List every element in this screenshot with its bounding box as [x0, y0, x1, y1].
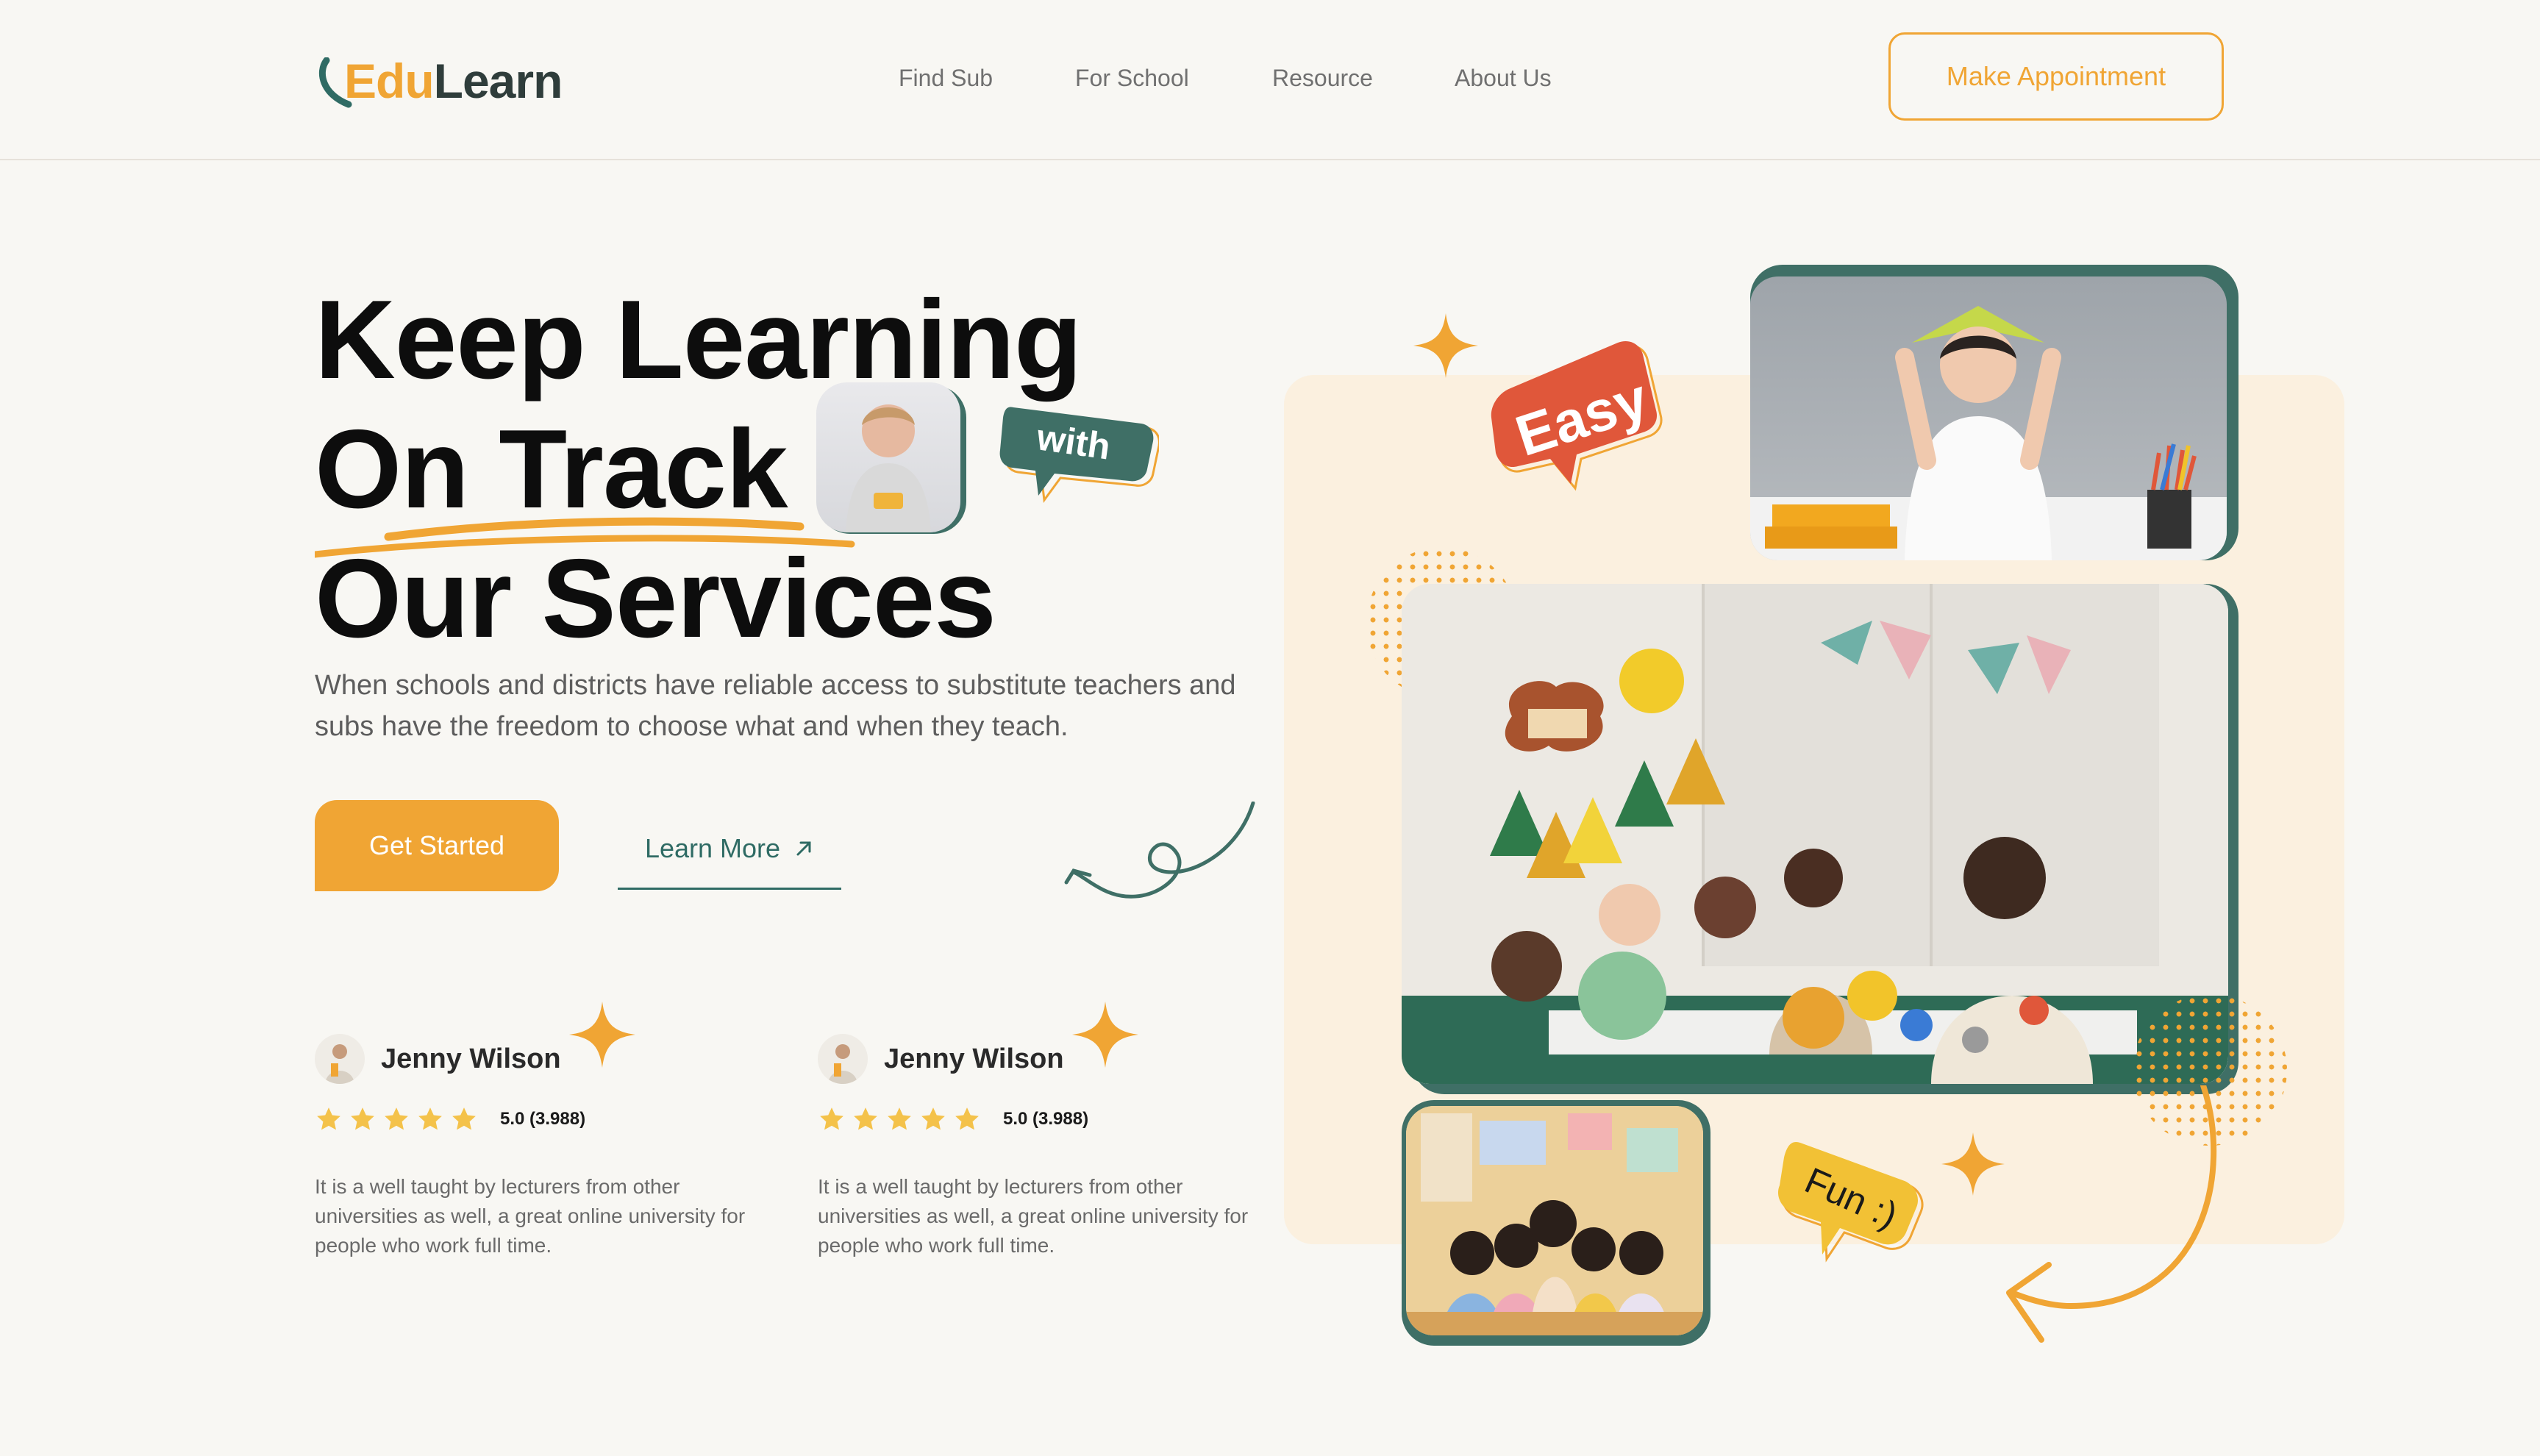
photo-girl-reading [1750, 276, 2227, 560]
star-icon [854, 1107, 877, 1130]
star-icon [385, 1107, 408, 1130]
photo-classroom [1402, 584, 2228, 1084]
review-card-2: Jenny Wilson 5.0 (3.988) It is a well ta… [818, 1029, 1288, 1260]
star-icon [351, 1107, 374, 1130]
star-icon [418, 1107, 442, 1130]
hero-title-line-3: Our Services [315, 536, 996, 661]
logo-swoosh-icon [318, 57, 352, 108]
star-rating: 5.0 (3.988) [315, 1105, 785, 1134]
nav-resource[interactable]: Resource [1272, 65, 1373, 92]
star-icon [888, 1107, 911, 1130]
nav-about-us[interactable]: About Us [1455, 65, 1552, 92]
star-icon [820, 1107, 843, 1130]
reviewer-avatar [818, 1034, 868, 1084]
title-underline-decoration [315, 517, 855, 558]
rating-value: 5.0 (3.988) [1003, 1109, 1089, 1129]
star-icon [921, 1107, 945, 1130]
rating-value: 5.0 (3.988) [500, 1109, 586, 1129]
sparkle-icon [1072, 1002, 1138, 1068]
curved-arrow-decoration [2006, 1085, 2217, 1343]
squiggle-arrow-decoration [1064, 802, 1255, 899]
review-text: It is a well taught by lecturers from ot… [315, 1175, 746, 1257]
hero-subtitle: When schools and districts have reliable… [315, 670, 1236, 742]
learn-more-button[interactable]: Learn More [618, 809, 841, 890]
sparkle-icon [1413, 313, 1478, 378]
star-rating: 5.0 (3.988) [818, 1105, 1288, 1134]
learn-more-label: Learn More [644, 832, 781, 863]
star-icon [452, 1107, 476, 1130]
review-card-1: Jenny Wilson 5.0 (3.988) It is a well ta… [315, 1029, 785, 1260]
brand-learn: Learn [433, 54, 563, 108]
make-appointment-button[interactable]: Make Appointment [1888, 32, 2224, 121]
reviewer-name: Jenny Wilson [381, 1043, 561, 1074]
brand-logo[interactable]: EduLearn [316, 44, 563, 118]
get-started-button[interactable]: Get Started [315, 800, 559, 891]
hero-title-line-1: Keep Learning [315, 277, 1082, 402]
star-icon [317, 1107, 340, 1130]
review-text: It is a well taught by lecturers from ot… [818, 1175, 1249, 1257]
arrow-up-right-icon [796, 841, 811, 855]
nav-find-sub[interactable]: Find Sub [899, 65, 993, 92]
star-icon [955, 1107, 979, 1130]
site-header: EduLearn Find Sub For School Resource Ab… [0, 0, 2540, 160]
reviewer-name: Jenny Wilson [884, 1043, 1064, 1074]
nav-for-school[interactable]: For School [1075, 65, 1189, 92]
kid-photo [816, 382, 960, 532]
sparkle-icon [569, 1002, 635, 1068]
photo-kids-group [1406, 1106, 1703, 1335]
reviewer-avatar [315, 1034, 365, 1084]
